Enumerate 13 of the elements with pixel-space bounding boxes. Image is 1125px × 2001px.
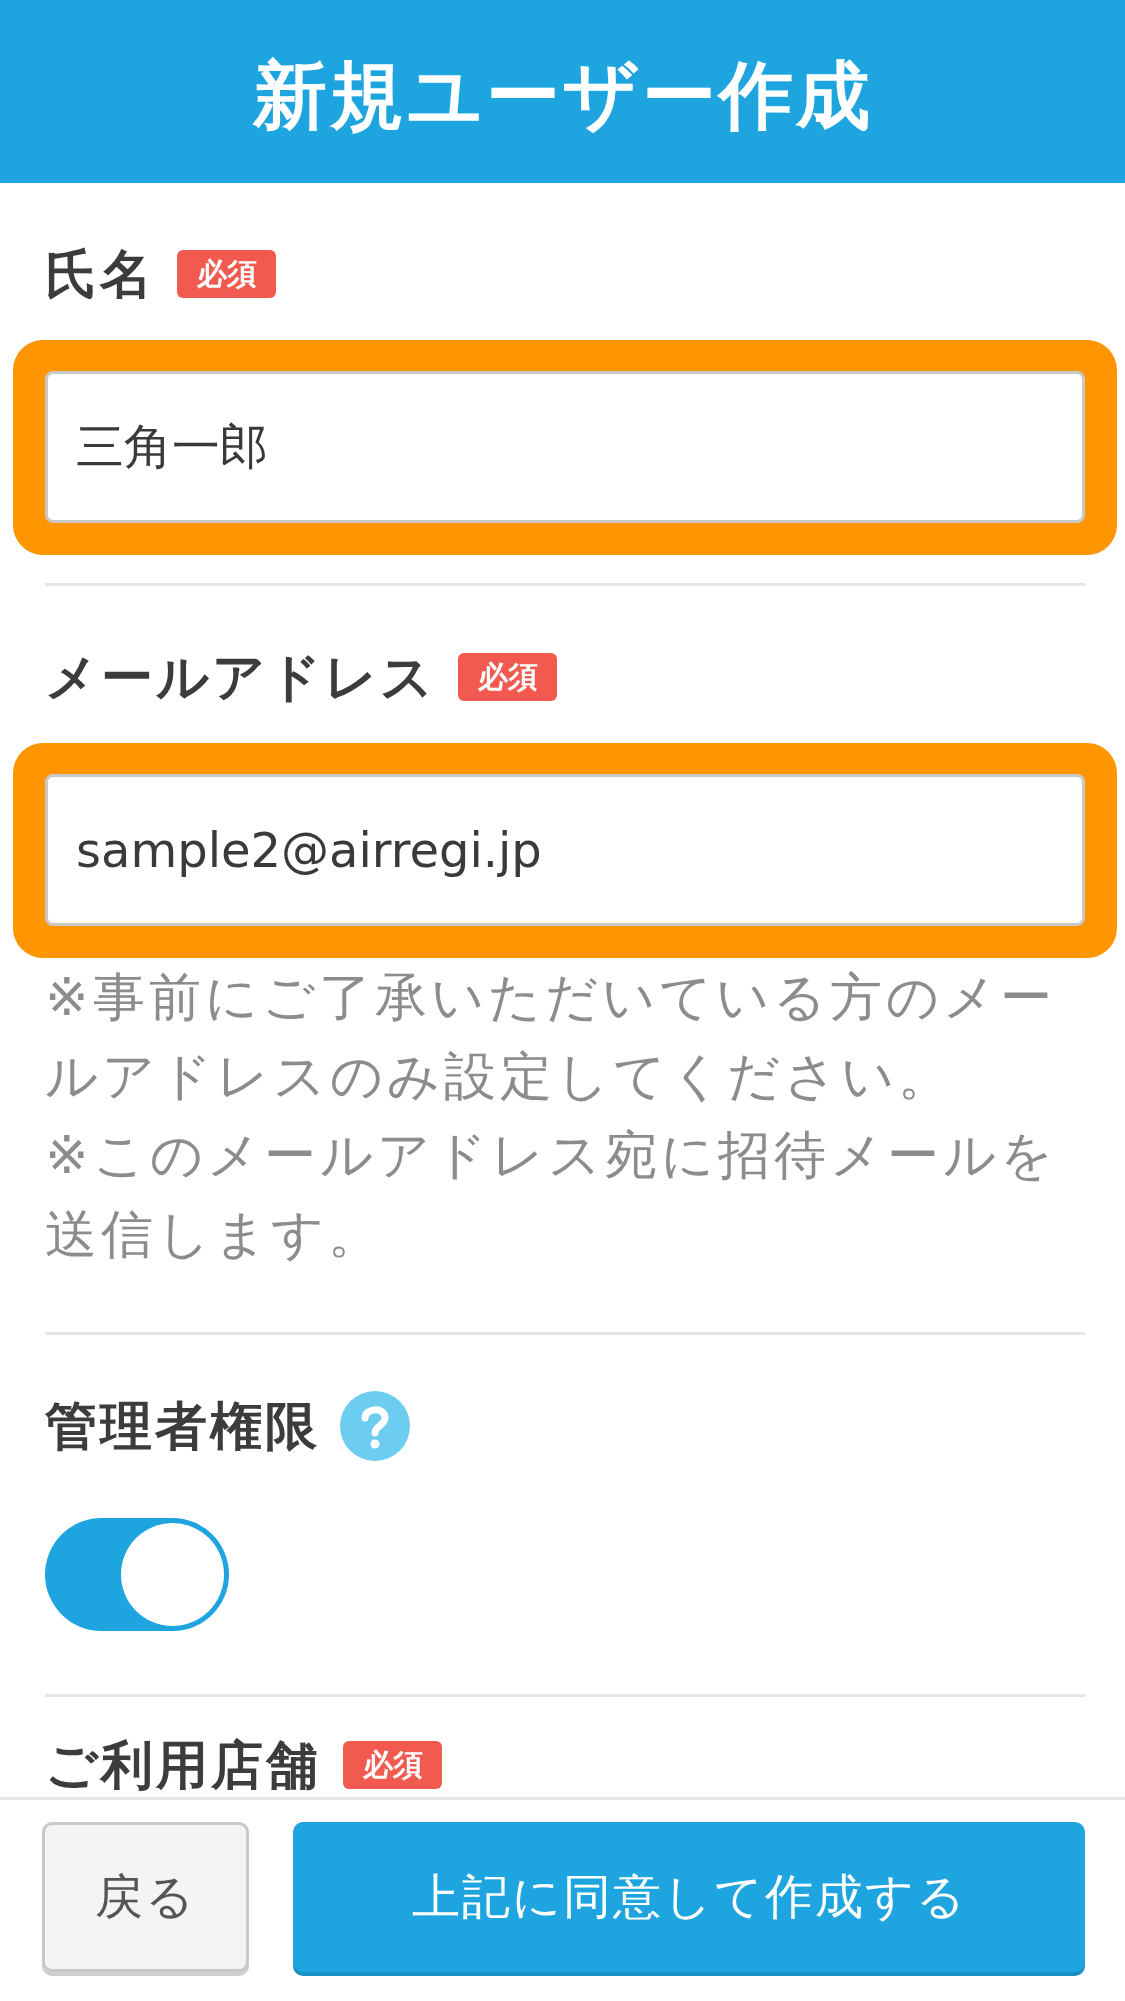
field-label: ご利用店舗 <box>45 1735 321 1795</box>
required-badge: 必須 <box>177 250 276 298</box>
field-label: 管理者権限 <box>45 1396 320 1456</box>
note-text: ※このメールアドレス宛に招待メールを送信します。 <box>45 1124 1058 1266</box>
page-title: 新規ユーザー作成 <box>252 50 873 140</box>
required-badge: 必須 <box>343 1741 442 1789</box>
note-text: ※事前にご了承いただいている方のメールアドレスのみ設定してください。 <box>45 966 1057 1108</box>
help-icon[interactable] <box>340 1391 410 1461</box>
required-badge: 必須 <box>458 653 557 701</box>
field-label: 氏名 <box>45 244 155 304</box>
text-input[interactable]: 三角一郎 <box>45 371 1085 523</box>
field-label: メールアドレス <box>45 647 436 707</box>
text-input[interactable]: sample2@airregi.jp <box>45 774 1085 926</box>
